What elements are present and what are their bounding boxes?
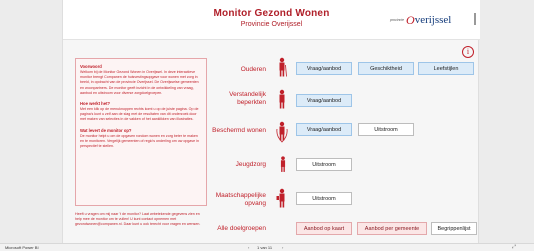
beschermd-vraag-aanbod-button[interactable]: Vraag/aanbod [296, 123, 352, 136]
logo-small-text: provincie [390, 18, 405, 22]
result-heading: Wat levert de monitor op? [80, 127, 132, 133]
row-label-jeugdzorg: Jeugdzorg [235, 161, 266, 168]
result-text: De monitor helpt u om de opgaven rondom … [80, 133, 199, 149]
next-page-icon[interactable]: › [282, 245, 283, 250]
begrippenlijst-button[interactable]: Begrippenlijst [431, 222, 477, 235]
aanbod-op-kaart-button[interactable]: Aanbod op kaart [296, 222, 352, 235]
row-label-ouderen: Ouderen [240, 66, 266, 73]
info-icon[interactable]: i [462, 46, 474, 58]
previous-page-icon[interactable]: ‹ [248, 245, 249, 250]
jeugdzorg-uitstroom-button[interactable]: Uitstroom [296, 158, 352, 171]
row-label-beschermd: Beschermd wonen [212, 127, 266, 134]
fullscreen-icon[interactable]: ⤢ [512, 244, 516, 250]
provincie-logo: provincie O verijssel [390, 11, 451, 29]
ouderen-geschiktheid-button[interactable]: Geschiktheid [358, 62, 414, 75]
ouderen-vraag-aanbod-button[interactable]: Vraag/aanbod [296, 62, 352, 75]
maatschappelijke-uitstroom-button[interactable]: Uitstroom [296, 192, 352, 205]
row-label-maatschappelijke: Maatschappelijke opvang [215, 192, 266, 207]
verstandelijk-vraag-aanbod-button[interactable]: Vraag/aanbod [296, 94, 352, 107]
page-subtitle: Provincie Overijssel [240, 21, 303, 28]
sheltered-person-icon [276, 121, 288, 143]
elderly-person-icon [279, 57, 287, 77]
aanbod-per-gemeente-button[interactable]: Aanbod per gemeente [357, 222, 427, 235]
intro-text: Welkom bij de Monitor Gezond Wonen in Ov… [80, 70, 199, 95]
youth-icon [280, 156, 286, 172]
person-icon [279, 89, 285, 109]
powerbi-statusbar: Microsoft Power BI ‹ 1 van 11 › ⤢ [0, 243, 534, 251]
logo-name: verijssel [414, 14, 452, 26]
intro-panel: Voorwoord Welkom bij de Monitor Gezond W… [75, 58, 207, 206]
report-page: Monitor Gezond Wonen Provincie Overijsse… [62, 0, 480, 243]
ouderen-leefstijlen-button[interactable]: Leefstijlen [418, 62, 474, 75]
report-header: Monitor Gezond Wonen Provincie Overijsse… [63, 0, 480, 40]
contact-note: Heeft u vragen om mij naar 't de monitor… [75, 212, 201, 226]
beschermd-uitstroom-button[interactable]: Uitstroom [358, 123, 414, 136]
page-indicator: 1 van 11 [257, 245, 273, 250]
intro-heading: Voorwoord [80, 64, 102, 69]
logo-initial: O [406, 12, 415, 27]
how-heading: Hoe werkt het? [80, 101, 111, 107]
page-title: Monitor Gezond Wonen [213, 8, 330, 19]
how-text: Met een klik op de menuknoppen rechts ko… [80, 107, 199, 122]
powerbi-brand[interactable]: Microsoft Power BI [5, 245, 39, 250]
header-divider [474, 13, 476, 25]
person-with-bag-icon [276, 188, 285, 208]
row-label-alle: Alle doelgroepen [217, 225, 266, 232]
row-label-verstandelijk: Verstandelijk beperkten [229, 91, 266, 106]
